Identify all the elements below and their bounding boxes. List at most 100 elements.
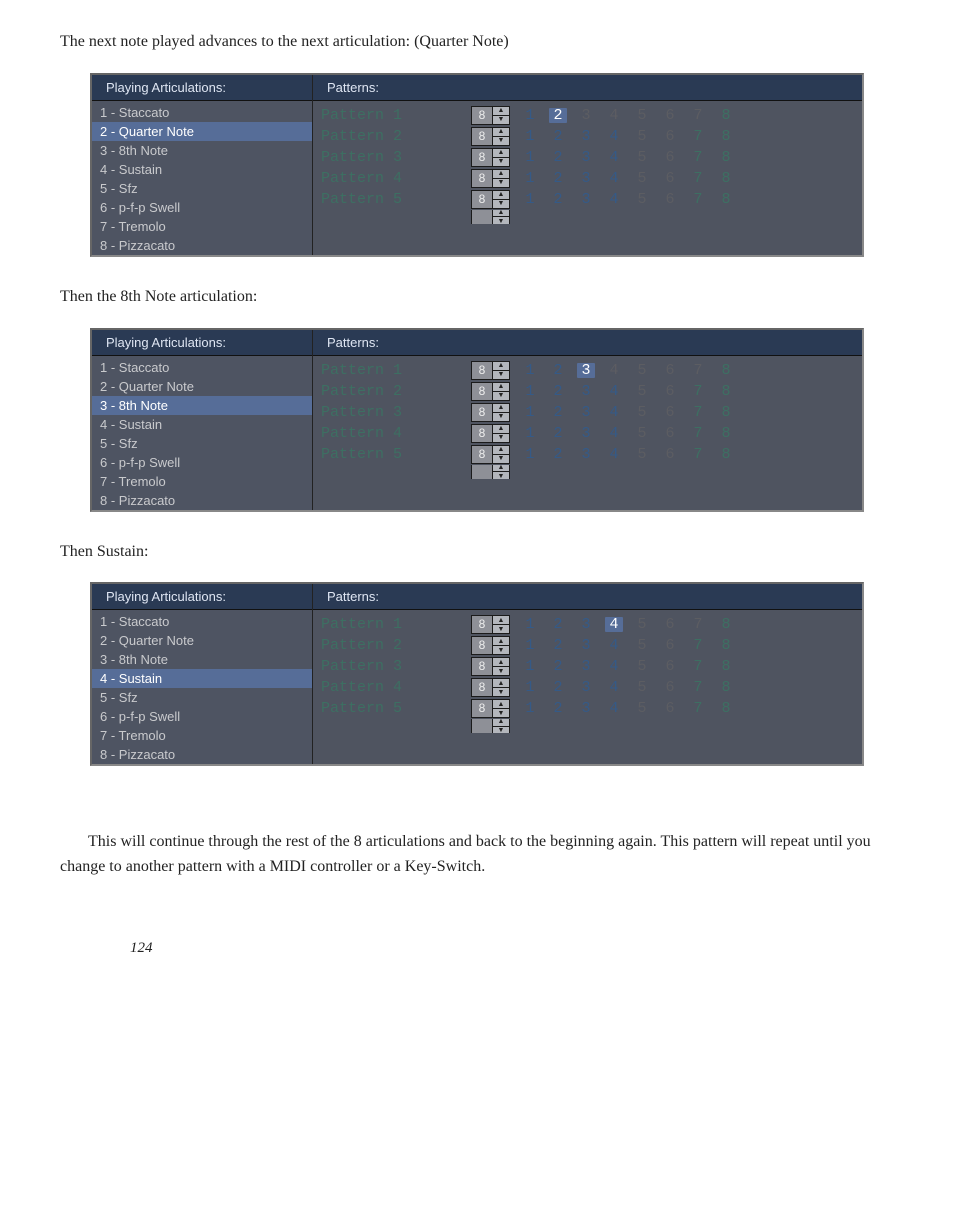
step-number[interactable]: 3 bbox=[572, 192, 600, 207]
step-number[interactable]: 6 bbox=[656, 171, 684, 186]
articulation-item[interactable]: 3 - 8th Note bbox=[92, 141, 312, 160]
step-number[interactable]: 5 bbox=[628, 659, 656, 674]
step-number[interactable]: 3 bbox=[572, 108, 600, 123]
step-number[interactable]: 1 bbox=[516, 638, 544, 653]
step-number[interactable]: 1 bbox=[516, 129, 544, 144]
step-number[interactable]: 2 bbox=[544, 192, 572, 207]
spinner-down-icon[interactable]: ▼ bbox=[493, 392, 509, 400]
articulation-item[interactable]: 1 - Staccato bbox=[92, 612, 312, 631]
spinner-up-icon[interactable]: ▲ bbox=[493, 679, 509, 688]
spinner-up-icon[interactable]: ▲ bbox=[493, 383, 509, 392]
step-number[interactable]: 4 bbox=[600, 426, 628, 441]
length-spinner[interactable]: ▲▼ bbox=[471, 465, 510, 479]
length-spinner[interactable]: 8▲▼ bbox=[471, 106, 510, 125]
articulations-list[interactable]: 1 - Staccato2 - Quarter Note3 - 8th Note… bbox=[92, 101, 312, 255]
step-number[interactable]: 6 bbox=[656, 192, 684, 207]
step-number[interactable]: 2 bbox=[544, 384, 572, 399]
step-number[interactable]: 4 bbox=[600, 150, 628, 165]
step-number[interactable]: 7 bbox=[684, 426, 712, 441]
step-number[interactable]: 1 bbox=[516, 363, 544, 378]
step-number[interactable]: 8 bbox=[712, 150, 740, 165]
step-number[interactable]: 7 bbox=[684, 129, 712, 144]
step-number[interactable]: 8 bbox=[712, 659, 740, 674]
articulation-item[interactable]: 6 - p-f-p Swell bbox=[92, 707, 312, 726]
articulation-item[interactable]: 3 - 8th Note bbox=[92, 396, 312, 415]
step-number[interactable]: 7 bbox=[684, 680, 712, 695]
spinner-down-icon[interactable]: ▼ bbox=[493, 727, 509, 734]
step-number[interactable]: 8 bbox=[712, 363, 740, 378]
step-number[interactable]: 1 bbox=[516, 680, 544, 695]
step-number[interactable]: 3 bbox=[572, 638, 600, 653]
step-number[interactable]: 7 bbox=[684, 192, 712, 207]
spinner-down-icon[interactable]: ▼ bbox=[493, 217, 509, 224]
step-number[interactable]: 1 bbox=[516, 447, 544, 462]
spinner-up-icon[interactable]: ▲ bbox=[493, 719, 509, 727]
step-number[interactable]: 3 bbox=[577, 363, 595, 378]
spinner-down-icon[interactable]: ▼ bbox=[493, 200, 509, 208]
articulation-item[interactable]: 8 - Pizzacato bbox=[92, 491, 312, 510]
step-number[interactable]: 1 bbox=[516, 426, 544, 441]
spinner-down-icon[interactable]: ▼ bbox=[493, 646, 509, 654]
articulation-item[interactable]: 2 - Quarter Note bbox=[92, 377, 312, 396]
spinner-down-icon[interactable]: ▼ bbox=[493, 158, 509, 166]
step-number[interactable]: 2 bbox=[544, 680, 572, 695]
step-number[interactable]: 4 bbox=[600, 680, 628, 695]
step-number[interactable]: 3 bbox=[572, 129, 600, 144]
spinner-up-icon[interactable]: ▲ bbox=[493, 362, 509, 371]
step-number[interactable]: 3 bbox=[572, 659, 600, 674]
articulation-item[interactable]: 7 - Tremolo bbox=[92, 217, 312, 236]
step-number[interactable]: 8 bbox=[712, 405, 740, 420]
step-number[interactable]: 1 bbox=[516, 659, 544, 674]
step-number[interactable]: 7 bbox=[684, 447, 712, 462]
step-number[interactable]: 4 bbox=[600, 638, 628, 653]
step-number[interactable]: 5 bbox=[628, 129, 656, 144]
spinner-up-icon[interactable]: ▲ bbox=[493, 149, 509, 158]
articulation-item[interactable]: 5 - Sfz bbox=[92, 688, 312, 707]
step-number[interactable]: 8 bbox=[712, 171, 740, 186]
step-number[interactable]: 5 bbox=[628, 363, 656, 378]
step-number[interactable]: 4 bbox=[600, 405, 628, 420]
step-number[interactable]: 1 bbox=[516, 384, 544, 399]
step-number[interactable]: 4 bbox=[600, 701, 628, 716]
spinner-up-icon[interactable]: ▲ bbox=[493, 170, 509, 179]
step-number[interactable]: 4 bbox=[600, 363, 628, 378]
spinner-down-icon[interactable]: ▼ bbox=[493, 434, 509, 442]
spinner-down-icon[interactable]: ▼ bbox=[493, 371, 509, 379]
step-number[interactable]: 3 bbox=[572, 617, 600, 632]
spinner-up-icon[interactable]: ▲ bbox=[493, 658, 509, 667]
step-number[interactable]: 1 bbox=[516, 150, 544, 165]
articulation-item[interactable]: 4 - Sustain bbox=[92, 160, 312, 179]
step-number[interactable]: 5 bbox=[628, 171, 656, 186]
step-number[interactable]: 7 bbox=[684, 363, 712, 378]
step-number[interactable]: 2 bbox=[544, 129, 572, 144]
step-number[interactable]: 1 bbox=[516, 405, 544, 420]
spinner-down-icon[interactable]: ▼ bbox=[493, 688, 509, 696]
spinner-down-icon[interactable]: ▼ bbox=[493, 667, 509, 675]
step-number[interactable]: 1 bbox=[516, 171, 544, 186]
articulations-list[interactable]: 1 - Staccato2 - Quarter Note3 - 8th Note… bbox=[92, 610, 312, 764]
step-number[interactable]: 2 bbox=[544, 617, 572, 632]
step-number[interactable]: 2 bbox=[544, 638, 572, 653]
step-number[interactable]: 2 bbox=[549, 108, 567, 123]
articulation-item[interactable]: 6 - p-f-p Swell bbox=[92, 453, 312, 472]
step-number[interactable]: 7 bbox=[684, 150, 712, 165]
articulation-item[interactable]: 7 - Tremolo bbox=[92, 726, 312, 745]
articulation-item[interactable]: 1 - Staccato bbox=[92, 103, 312, 122]
step-number[interactable]: 7 bbox=[684, 171, 712, 186]
step-number[interactable]: 1 bbox=[516, 192, 544, 207]
spinner-up-icon[interactable]: ▲ bbox=[493, 128, 509, 137]
spinner-down-icon[interactable]: ▼ bbox=[493, 413, 509, 421]
step-number[interactable]: 7 bbox=[684, 701, 712, 716]
spinner-down-icon[interactable]: ▼ bbox=[493, 472, 509, 479]
articulation-item[interactable]: 8 - Pizzacato bbox=[92, 745, 312, 764]
step-number[interactable]: 6 bbox=[656, 108, 684, 123]
step-number[interactable]: 3 bbox=[572, 384, 600, 399]
step-number[interactable]: 6 bbox=[656, 384, 684, 399]
articulation-item[interactable]: 8 - Pizzacato bbox=[92, 236, 312, 255]
step-number[interactable]: 6 bbox=[656, 363, 684, 378]
length-spinner[interactable]: 8▲▼ bbox=[471, 361, 510, 380]
step-number[interactable]: 7 bbox=[684, 384, 712, 399]
step-number[interactable]: 4 bbox=[605, 617, 623, 632]
step-number[interactable]: 8 bbox=[712, 617, 740, 632]
step-number[interactable]: 2 bbox=[544, 363, 572, 378]
